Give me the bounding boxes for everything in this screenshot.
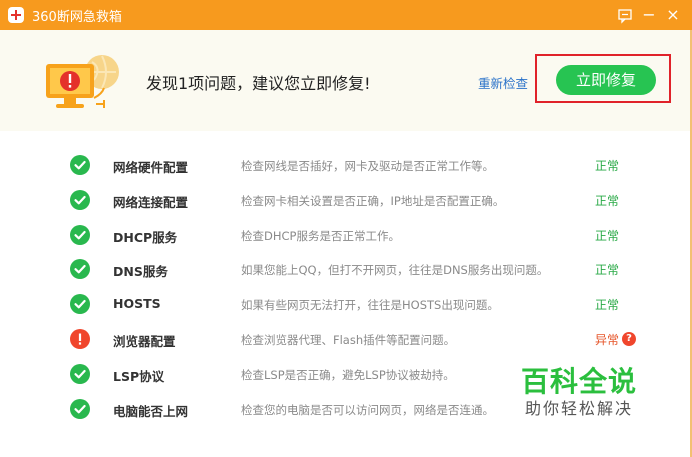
check-row: DNS服务 如果您能上QQ，但打不开网页，往往是DNS服务出现问题。 正常 [0,254,692,288]
check-row: 网络硬件配置 检查网线是否插好，网卡及驱动是否正常工作等。 正常 [0,150,692,184]
check-name: 网络硬件配置 [113,160,189,175]
status-abnormal[interactable]: 异常 [595,331,619,348]
app-title: 360断网急救箱 [32,10,122,25]
check-ok-icon [70,189,90,210]
check-description: 检查您的电脑是否可以访问网页，网络是否连通。 [241,402,494,417]
check-name: DNS服务 [113,264,168,280]
check-name: HOSTS [113,296,161,312]
check-description: 检查浏览器代理、Flash插件等配置问题。 [241,333,456,347]
check-description: 检查网卡相关设置是否正确，IP地址是否配置正确。 [241,193,505,208]
check-name: LSP协议 [113,368,165,384]
status-normal: 正常 [595,228,620,243]
help-icon[interactable]: ? [622,332,636,346]
monitor-error-globe-icon [44,54,124,114]
recheck-link[interactable]: 重新检查 [478,73,528,92]
status-normal: 正常 [595,263,620,278]
check-name: 网络连接配置 [113,194,189,210]
check-description: 如果有些网页无法打开，往往是HOSTS出现问题。 [241,298,499,313]
minimize-button[interactable]: − [638,4,660,26]
check-ok-icon [70,398,90,419]
app-logo-icon [8,7,24,23]
status-normal: 正常 [595,193,620,208]
title-bar: 360断网急救箱 − × [0,0,692,30]
watermark: 百科全说 助你轻松解决 [518,366,640,420]
check-description: 检查DHCP服务是否正常工作。 [241,228,400,243]
check-name: 电脑能否上网 [113,403,189,419]
check-row: 网络连接配置 检查网卡相关设置是否正确，IP地址是否配置正确。 正常 [0,185,692,219]
close-button[interactable]: × [662,4,684,26]
problem-summary: 发现1项问题，建议您立即修复! [146,74,371,93]
check-ok-icon [70,363,90,384]
check-description: 检查LSP是否正确，避免LSP协议被劫持。 [241,367,455,382]
check-description: 如果您能上QQ，但打不开网页，往往是DNS服务出现问题。 [241,263,549,278]
feedback-icon[interactable] [614,4,636,26]
check-ok-icon [70,294,90,315]
check-ok-icon [70,224,90,245]
check-ok-icon [70,155,90,175]
check-name: DHCP服务 [113,229,178,245]
result-header: 发现1项问题，建议您立即修复! 重新检查 立即修复 [0,30,692,131]
check-name: 浏览器配置 [113,334,176,349]
check-row: DHCP服务 检查DHCP服务是否正常工作。 正常 [0,220,692,254]
check-ok-icon [70,259,90,280]
watermark-sub: 助你轻松解决 [524,399,633,418]
status-normal: 正常 [595,298,620,313]
status-normal: 正常 [595,159,620,173]
fix-now-button[interactable]: 立即修复 [556,65,656,95]
watermark-main: 百科全说 [520,365,637,398]
check-row: 浏览器配置 检查浏览器代理、Flash插件等配置问题。 异常? [0,324,692,358]
check-row: HOSTS 如果有些网页无法打开，往往是HOSTS出现问题。 正常 [0,289,692,323]
check-description: 检查网线是否插好，网卡及驱动是否正常工作等。 [241,159,494,173]
error-icon [70,329,90,349]
